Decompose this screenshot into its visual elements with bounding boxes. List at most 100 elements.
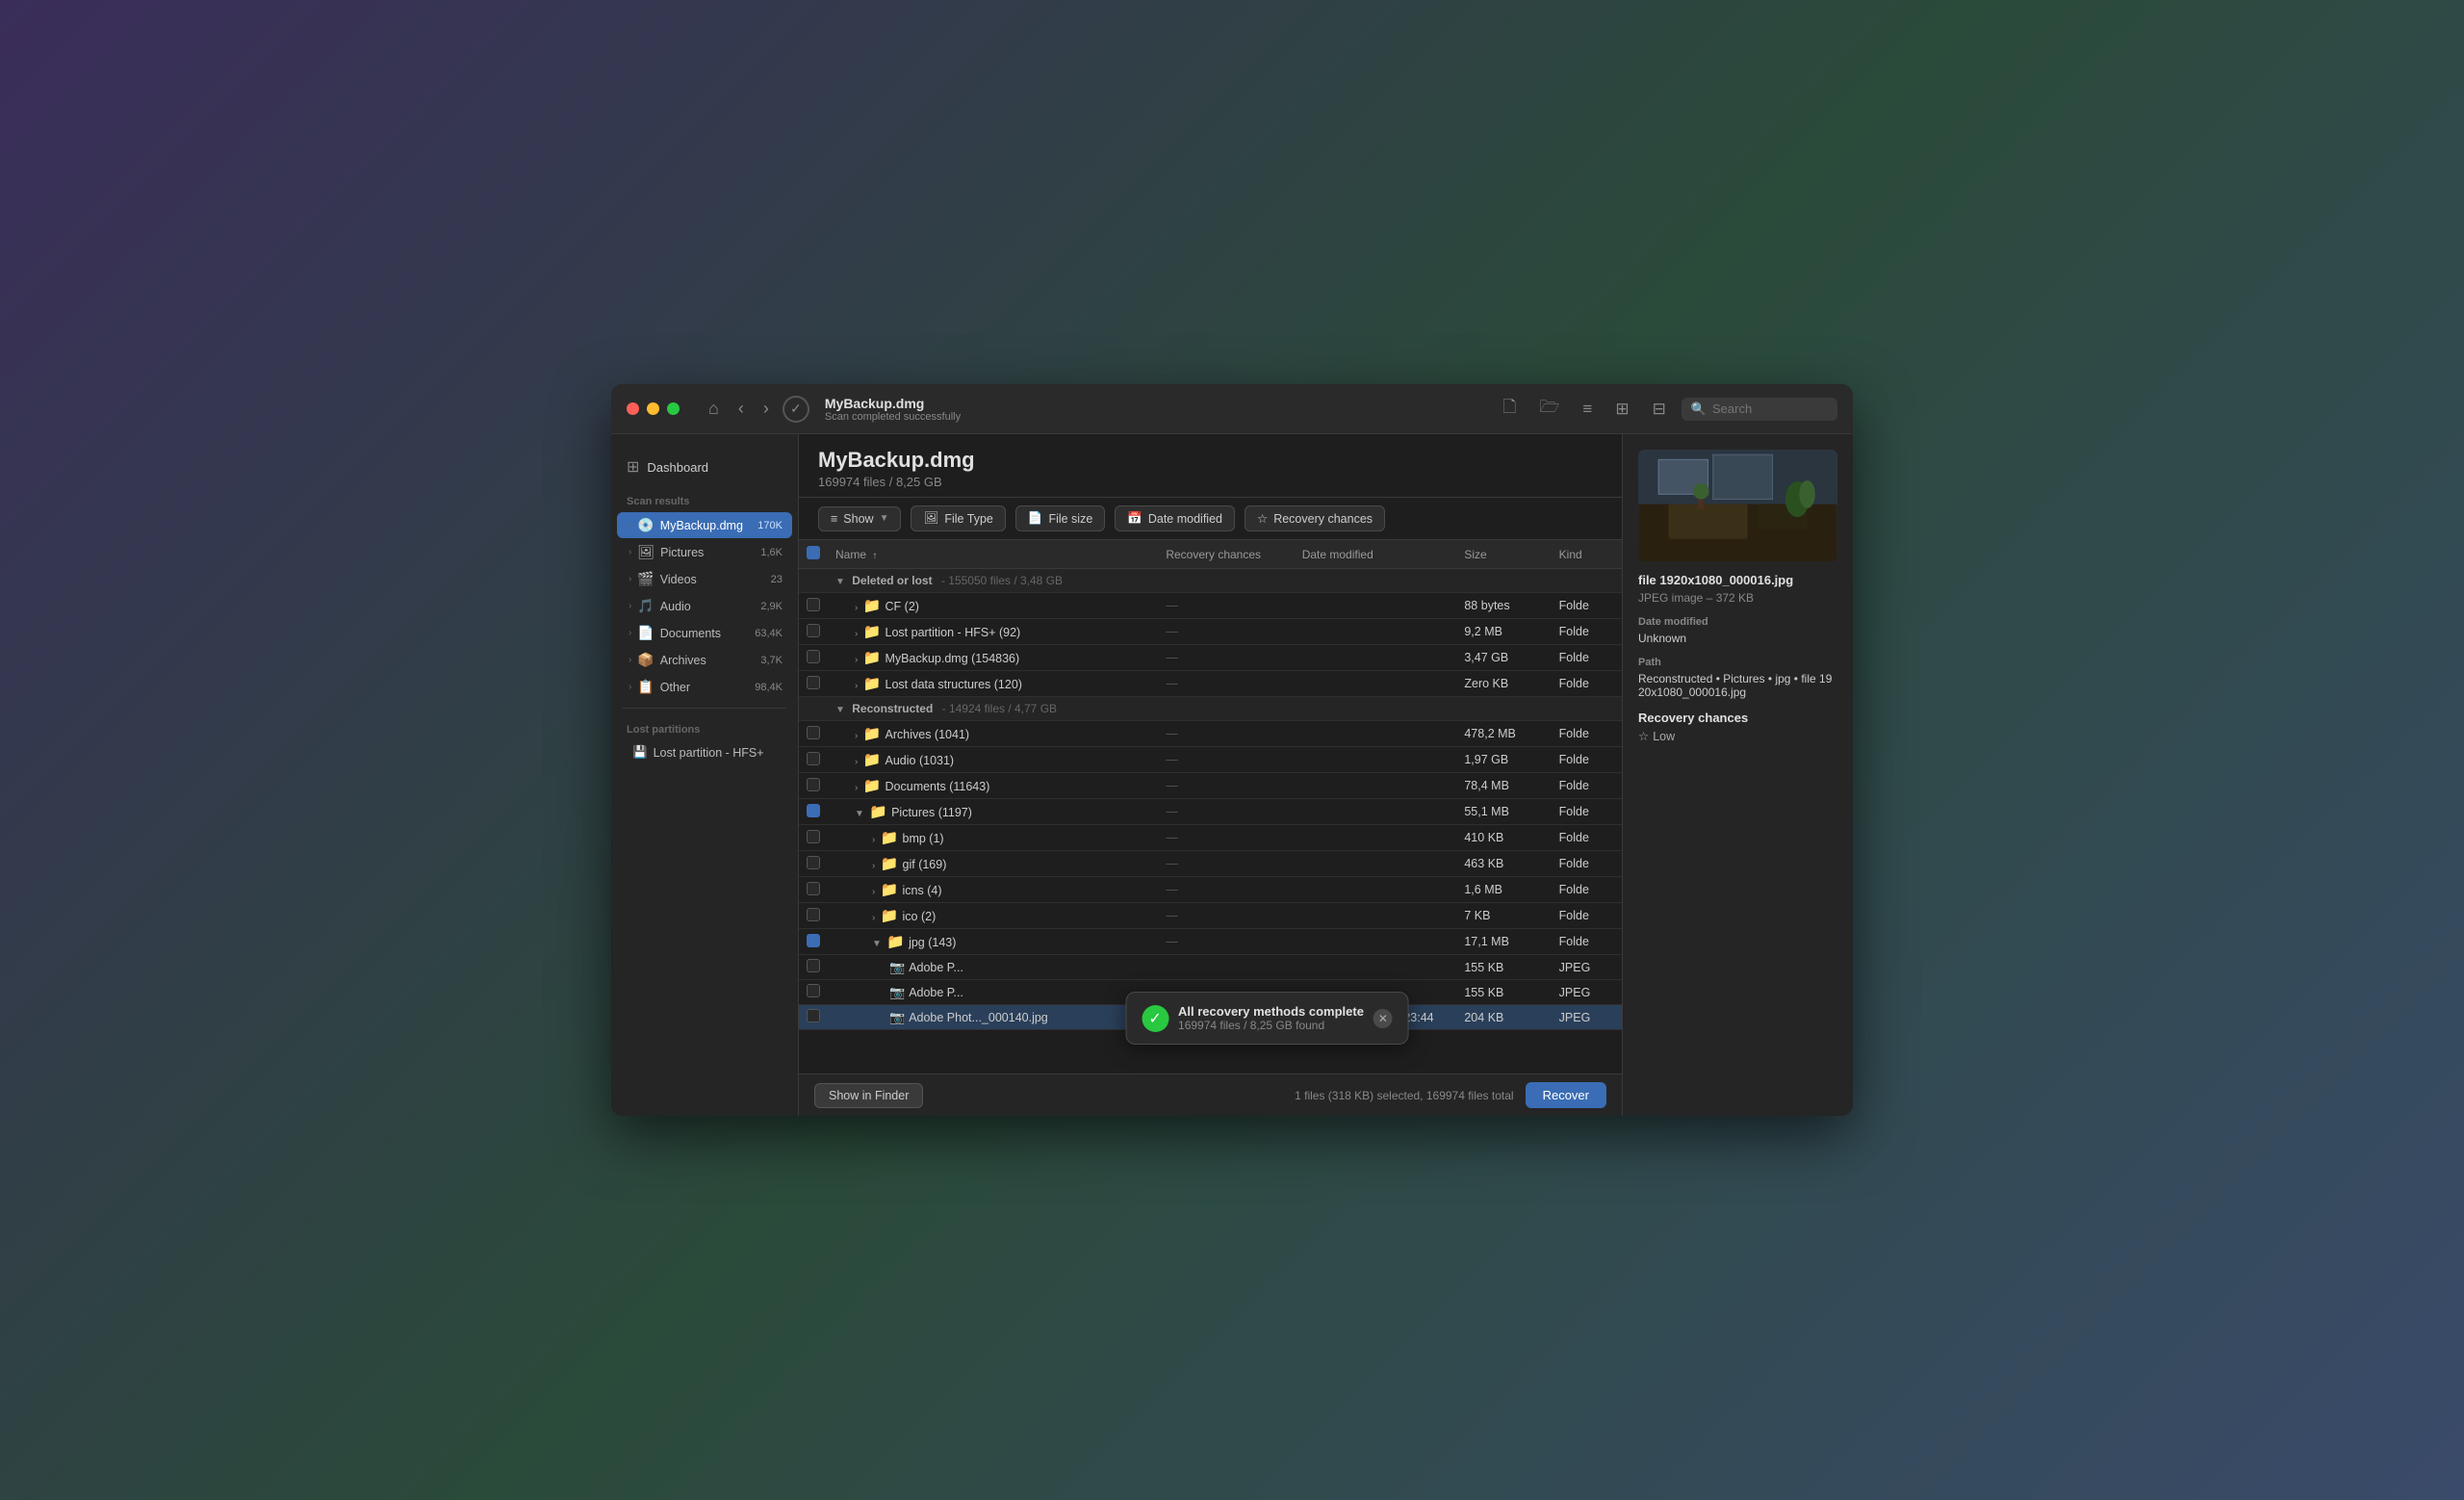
kind-col-header[interactable]: Kind <box>1552 540 1622 569</box>
group-row-reconstructed[interactable]: ▼ Reconstructed - 14924 files / 4,77 GB <box>799 697 1622 721</box>
expand-icon[interactable]: › <box>872 887 875 897</box>
table-row[interactable]: › 📁CF (2) — 88 bytes Folde <box>799 593 1622 619</box>
table-row[interactable]: › 📁ico (2) — 7 KB Folde <box>799 903 1622 929</box>
audio-icon: 🎵 <box>637 598 654 614</box>
traffic-light-close[interactable] <box>627 402 639 415</box>
date-col-header[interactable]: Date modified <box>1295 540 1457 569</box>
row-checkbox-partial[interactable] <box>807 804 820 817</box>
expand-icon[interactable]: ▼ <box>855 809 864 819</box>
toolbar: ≡ Show ▼ 🖼 File Type 📄 File size 📅 Date … <box>799 498 1622 540</box>
file-size-button[interactable]: 📄 File size <box>1015 505 1105 531</box>
content-area: ⊞ Dashboard Scan results › 💿 MyBackup.dm… <box>611 434 1853 1116</box>
recover-button[interactable]: Recover <box>1526 1082 1606 1108</box>
disk-icon: 💿 <box>637 517 654 533</box>
row-name: › 📁MyBackup.dmg (154836) <box>828 645 1158 671</box>
sidebar-item-mybackup[interactable]: › 💿 MyBackup.dmg 170K <box>617 512 792 538</box>
table-row[interactable]: ▼ 📁jpg (143) — 17,1 MB Folde <box>799 929 1622 955</box>
row-checkbox[interactable] <box>807 984 820 997</box>
row-checkbox[interactable] <box>807 959 820 972</box>
table-row[interactable]: › 📁MyBackup.dmg (154836) — 3,47 GB Folde <box>799 645 1622 671</box>
table-row[interactable]: › 📁Lost partition - HFS+ (92) — 9,2 MB F… <box>799 619 1622 645</box>
name-col-header[interactable]: Name ↑ <box>828 540 1158 569</box>
table-row[interactable]: 📷Adobe P... 155 KB JPEG <box>799 955 1622 980</box>
star-icon: ☆ <box>1257 511 1268 526</box>
grid-view-button[interactable]: ⊞ <box>1607 396 1636 423</box>
notification-close-button[interactable]: ✕ <box>1373 1009 1393 1028</box>
row-checkbox[interactable] <box>807 752 820 765</box>
sidebar-item-archives[interactable]: › 📦 Archives 3,7K <box>617 647 792 673</box>
expand-icon[interactable]: › <box>855 731 858 741</box>
dashboard-button[interactable]: ⊞ Dashboard <box>611 450 798 484</box>
panel-toggle-button[interactable]: ⊟ <box>1645 396 1674 423</box>
kind-value: JPEG <box>1552 1005 1622 1030</box>
list-view-button[interactable]: ≡ <box>1575 396 1600 423</box>
expand-icon[interactable]: › <box>855 757 858 767</box>
sidebar-item-audio[interactable]: › 🎵 Audio 2,9K <box>617 593 792 619</box>
row-checkbox[interactable] <box>807 676 820 689</box>
expand-icon[interactable]: › <box>855 783 858 793</box>
dashboard-icon: ⊞ <box>627 457 639 477</box>
home-button[interactable]: ⌂ <box>703 397 725 421</box>
folder-icon: 📁 <box>863 726 882 742</box>
sidebar-item-pictures[interactable]: › 🖼 Pictures 1,6K <box>617 539 792 565</box>
sidebar-item-documents-label: Documents <box>660 627 721 640</box>
expand-icon[interactable]: › <box>855 603 858 613</box>
expand-icon[interactable]: › <box>872 835 875 845</box>
table-row[interactable]: › 📁gif (169) — 463 KB Folde <box>799 851 1622 877</box>
table-row[interactable]: ▼ 📁Pictures (1197) — 55,1 MB Folde <box>799 799 1622 825</box>
expand-icon[interactable]: › <box>855 629 858 639</box>
row-checkbox[interactable] <box>807 598 820 611</box>
expand-icon[interactable]: › <box>872 913 875 923</box>
traffic-light-minimize[interactable] <box>647 402 659 415</box>
size-col-header[interactable]: Size <box>1456 540 1551 569</box>
expand-icon[interactable]: ▼ <box>872 939 882 949</box>
traffic-light-fullscreen[interactable] <box>667 402 680 415</box>
show-button[interactable]: ≡ Show ▼ <box>818 506 901 531</box>
row-checkbox[interactable] <box>807 882 820 895</box>
table-row[interactable]: › 📁icns (4) — 1,6 MB Folde <box>799 877 1622 903</box>
row-name: › 📁bmp (1) <box>828 825 1158 851</box>
row-checkbox[interactable] <box>807 778 820 791</box>
forward-button[interactable]: › <box>757 397 775 421</box>
row-name: › 📁Audio (1031) <box>828 747 1158 773</box>
table-row[interactable]: › 📁Audio (1031) — 1,97 GB Folde <box>799 747 1622 773</box>
folder-icon: 📁 <box>863 778 882 794</box>
sidebar-item-other[interactable]: › 📋 Other 98,4K <box>617 674 792 700</box>
thumbnail-image <box>1638 450 1837 561</box>
show-finder-button[interactable]: Show in Finder <box>814 1083 923 1108</box>
expand-icon[interactable]: › <box>855 681 858 691</box>
row-checkbox[interactable] <box>807 624 820 637</box>
table-row[interactable]: › 📁Archives (1041) — 478,2 MB Folde <box>799 721 1622 747</box>
sidebar-item-documents[interactable]: › 📄 Documents 63,4K <box>617 620 792 646</box>
new-folder-button[interactable]: 🗁 <box>1531 391 1567 427</box>
size-value: 478,2 MB <box>1456 721 1551 747</box>
row-name: › 📁ico (2) <box>828 903 1158 929</box>
sort-arrow-icon: ↑ <box>872 551 877 561</box>
show-arrow-icon: ▼ <box>880 513 889 524</box>
row-checkbox[interactable] <box>807 908 820 921</box>
recovery-chances-button[interactable]: ☆ Recovery chances <box>1245 505 1385 531</box>
expand-icon[interactable]: › <box>855 655 858 665</box>
row-checkbox[interactable] <box>807 856 820 869</box>
search-input[interactable] <box>1712 401 1828 416</box>
row-checkbox[interactable] <box>807 1009 820 1022</box>
select-all-checkbox[interactable] <box>807 546 820 559</box>
row-checkbox[interactable] <box>807 726 820 739</box>
date-value <box>1295 671 1457 697</box>
sidebar-item-videos[interactable]: › 🎬 Videos 23 <box>617 566 792 592</box>
row-checkbox-partial[interactable] <box>807 934 820 947</box>
group-row-deleted[interactable]: ▼ Deleted or lost - 155050 files / 3,48 … <box>799 569 1622 593</box>
date-modified-button[interactable]: 📅 Date modified <box>1115 505 1235 531</box>
file-type-button[interactable]: 🖼 File Type <box>911 505 1005 531</box>
table-row[interactable]: › 📁Documents (11643) — 78,4 MB Folde <box>799 773 1622 799</box>
sidebar-item-lost-partition[interactable]: 💾 Lost partition - HFS+ <box>617 740 792 764</box>
expand-icon[interactable]: › <box>872 861 875 871</box>
table-row[interactable]: › 📁bmp (1) — 410 KB Folde <box>799 825 1622 851</box>
row-checkbox[interactable] <box>807 830 820 843</box>
table-row[interactable]: › 📁Lost data structures (120) — Zero KB … <box>799 671 1622 697</box>
back-button[interactable]: ‹ <box>732 397 750 421</box>
row-checkbox[interactable] <box>807 650 820 663</box>
recovery-col-header[interactable]: Recovery chances <box>1158 540 1294 569</box>
titlebar-title-block: MyBackup.dmg Scan completed successfully <box>825 396 961 423</box>
new-file-button[interactable]: 🗋 <box>1496 391 1525 427</box>
